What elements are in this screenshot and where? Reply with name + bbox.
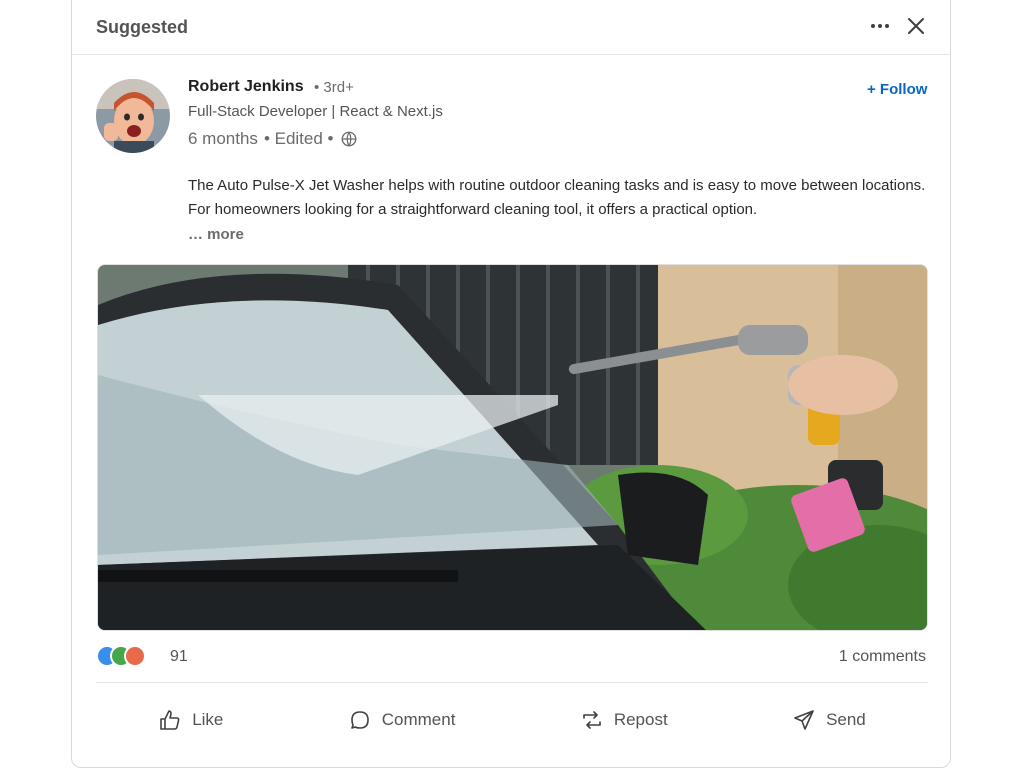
globe-icon	[341, 131, 356, 147]
post-edited: • Edited •	[263, 129, 334, 148]
see-more-link[interactable]: … more	[188, 226, 244, 243]
car-washing-photo	[98, 265, 927, 630]
card-header: Suggested	[72, 0, 950, 55]
close-icon[interactable]	[904, 14, 928, 38]
more-horizontal-icon[interactable]	[868, 14, 892, 38]
post-image[interactable]	[97, 264, 928, 631]
action-bar: Like Comment Repost Send	[96, 700, 928, 740]
author-headline: Full-Stack Developer | React & Next.js	[188, 103, 443, 120]
send-button[interactable]: Send	[792, 700, 866, 740]
comment-icon	[350, 711, 369, 729]
like-label: Like	[192, 710, 224, 729]
thumbs-up-icon	[160, 710, 180, 730]
divider	[96, 682, 928, 683]
connection-degree: • 3rd+	[314, 79, 354, 96]
comment-button[interactable]: Comment	[348, 700, 456, 740]
post-card: Suggested Robert Jenkins • 3rd+ Full-Sta…	[71, 0, 951, 768]
post-meta: 6 months • Edited •	[188, 129, 358, 149]
post-text: The Auto Pulse-X Jet Washer helps with r…	[188, 177, 926, 218]
follow-button[interactable]: + Follow	[867, 81, 927, 98]
comment-label: Comment	[381, 710, 456, 729]
avatar[interactable]	[96, 79, 170, 153]
like-button[interactable]: Like	[158, 700, 223, 740]
send-label: Send	[826, 710, 866, 729]
post-time: 6 months	[188, 129, 258, 148]
repost-label: Repost	[613, 710, 668, 729]
send-icon	[794, 710, 814, 730]
comments-count[interactable]: 1 comments	[839, 648, 926, 666]
reaction-icons[interactable]	[96, 645, 146, 667]
repost-button[interactable]: Repost	[580, 700, 668, 740]
header-title: Suggested	[96, 17, 189, 37]
reactions-count[interactable]: 91	[170, 648, 188, 666]
author-name[interactable]: Robert Jenkins	[188, 78, 304, 96]
repost-icon	[583, 711, 601, 729]
love-icon	[124, 645, 146, 667]
